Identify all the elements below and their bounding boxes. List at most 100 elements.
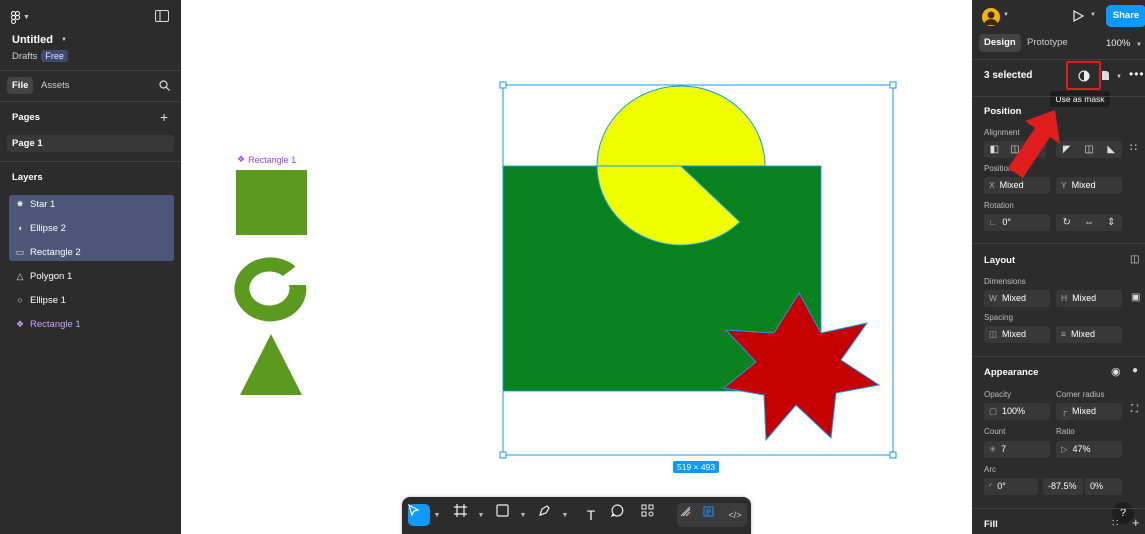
spacing-vertical-field[interactable]: ≡ Mixed (1056, 326, 1122, 343)
grid-icon[interactable]: ∷ (1130, 141, 1137, 154)
align-right-icon[interactable]: ◨ (1031, 144, 1040, 155)
rotation-field[interactable]: ∟ 0° (984, 214, 1050, 231)
arc-icon: ◜ (989, 481, 993, 491)
frame-tool-button[interactable] (454, 504, 474, 526)
transform-group: ↻ ⇔ ⇕ (1056, 214, 1122, 231)
user-icon (984, 11, 998, 25)
count-field[interactable]: ✳ 7 (984, 441, 1050, 458)
w-key: W (989, 293, 998, 303)
shape-tool-button[interactable] (496, 504, 516, 526)
more-icon[interactable]: ••• (1129, 67, 1145, 81)
chevron-down-icon[interactable]: ▼ (561, 504, 569, 526)
arc-sweep-field[interactable]: -87.5% (1043, 478, 1083, 495)
resize-handle[interactable] (499, 81, 507, 89)
layer-item-polygon[interactable]: △ Polygon 1 (9, 265, 174, 287)
ratio-field[interactable]: ▷ 47% (1056, 441, 1122, 458)
flip-horizontal-icon[interactable]: ⇔ (1084, 217, 1094, 228)
align-bottom-icon[interactable]: ◣ (1107, 144, 1115, 155)
width-field[interactable]: W Mixed (984, 290, 1050, 307)
design-mode-button[interactable] (703, 506, 721, 524)
styles-icon[interactable]: ∷ (1112, 518, 1118, 529)
comment-icon (611, 504, 624, 517)
page-item[interactable]: Page 1 (7, 135, 174, 152)
eye-icon[interactable]: ◉ (1111, 365, 1121, 378)
chevron-down-icon[interactable]: ▼ (519, 504, 527, 526)
spacing-horizontal-field[interactable]: ◫ Mixed (984, 326, 1050, 343)
ratio-value: 47% (1072, 444, 1091, 454)
add-fill-icon[interactable]: + (1132, 515, 1140, 530)
selection-size-badge: 519 × 493 (673, 461, 720, 473)
resize-handle[interactable] (889, 451, 897, 459)
resize-handle[interactable] (889, 81, 897, 89)
flip-vertical-icon[interactable]: ⇕ (1107, 217, 1115, 228)
height-field[interactable]: H Mixed (1056, 290, 1122, 307)
chevron-down-icon[interactable]: ▼ (1116, 74, 1122, 80)
component-icon: ❖ (15, 318, 25, 329)
chevron-down-icon[interactable]: ▼ (1090, 12, 1096, 18)
layer-item-ellipse-1[interactable]: ○ Ellipse 1 (9, 289, 174, 311)
tab-assets[interactable]: Assets (36, 77, 75, 94)
ratio-icon: ▷ (1061, 444, 1068, 454)
component-label[interactable]: ❖ Rectangle 1 (237, 154, 296, 165)
fill-title: Fill (984, 519, 998, 530)
chevron-down-icon[interactable]: ▼ (433, 504, 441, 526)
arc-start-field[interactable]: ◜ 0° (984, 478, 1038, 495)
align-center-h-icon[interactable]: ◫ (1010, 144, 1019, 155)
zoom-control[interactable]: 100% ▼ (1106, 38, 1142, 49)
sidebar-toggle-icon[interactable] (155, 10, 169, 22)
rectangle-1-shape[interactable] (236, 170, 307, 235)
use-as-mask-button[interactable] (1066, 61, 1101, 90)
triangle-icon: △ (16, 270, 24, 281)
comment-tool-button[interactable] (611, 504, 631, 526)
component-create-icon[interactable] (1101, 70, 1110, 81)
tab-file[interactable]: File (7, 77, 34, 94)
avatar[interactable] (982, 8, 1000, 26)
left-tabs: File Assets (0, 77, 181, 95)
auto-layout-icon[interactable]: ◫ (1130, 254, 1139, 265)
opacity-icon: ▢ (989, 406, 998, 416)
layer-item-star[interactable]: ✸ Star 1 (9, 193, 174, 215)
add-page-icon[interactable]: + (160, 110, 168, 124)
tooltip: Use as mask (1050, 91, 1110, 107)
move-tool-button[interactable] (408, 504, 430, 526)
resize-handle[interactable] (499, 451, 507, 459)
main-menu-button[interactable]: ▼ (11, 10, 35, 24)
independent-corners-icon[interactable]: ⛶ (1131, 404, 1138, 415)
draw-mode-button[interactable] (680, 506, 698, 524)
layer-item-ellipse-2[interactable]: ◖ Ellipse 2 (9, 217, 174, 239)
file-title[interactable]: Untitled ▼ (12, 34, 67, 46)
search-icon[interactable] (159, 80, 170, 91)
align-top-icon[interactable]: ◤ (1063, 144, 1071, 155)
horizontal-spacing-icon: ◫ (989, 329, 998, 339)
align-left-icon[interactable]: ◧ (990, 144, 999, 155)
tab-design[interactable]: Design (979, 34, 1021, 52)
ellipse-2-top-shape[interactable] (596, 85, 766, 167)
rotate-icon[interactable]: ↻ (1063, 217, 1071, 228)
layer-item-rectangle-2[interactable]: ▭ Rectangle 2 (9, 241, 174, 263)
corner-radius-field[interactable]: ┌ Mixed (1056, 403, 1122, 420)
file-title-text: Untitled (12, 34, 53, 46)
pen-tool-button[interactable] (538, 504, 558, 526)
tab-prototype[interactable]: Prototype (1022, 34, 1073, 52)
text-icon: T (586, 507, 596, 523)
ellipse-1-shape[interactable] (234, 257, 307, 322)
blend-mode-icon[interactable]: ● (1132, 365, 1138, 376)
resize-to-fit-icon[interactable]: ▣ (1131, 292, 1140, 303)
text-tool-button[interactable]: T (581, 504, 601, 526)
x-field[interactable]: X Mixed (984, 177, 1050, 194)
align-middle-icon[interactable]: ◫ (1084, 144, 1093, 155)
canvas[interactable]: ❖ Rectangle 1 519 × 493 ▼ ▼ ▼ ▼ T </> (181, 0, 972, 534)
present-icon[interactable] (1073, 10, 1084, 22)
actions-button[interactable] (641, 504, 661, 526)
chevron-down-icon[interactable]: ▼ (1003, 12, 1009, 18)
polygon-1-shape[interactable] (240, 334, 302, 395)
y-field[interactable]: Y Mixed (1056, 177, 1122, 194)
layer-item-rectangle-1[interactable]: ❖ Rectangle 1 (9, 313, 174, 335)
drafts-link[interactable]: Drafts (12, 51, 37, 62)
dev-mode-button[interactable]: </> (726, 506, 744, 524)
arc-ratio-field[interactable]: 0% (1085, 478, 1122, 495)
share-button[interactable]: Share (1106, 5, 1145, 27)
chevron-down-icon[interactable]: ▼ (477, 504, 485, 526)
opacity-field[interactable]: ▢ 100% (984, 403, 1050, 420)
chevron-down-icon: ▼ (1135, 42, 1142, 48)
